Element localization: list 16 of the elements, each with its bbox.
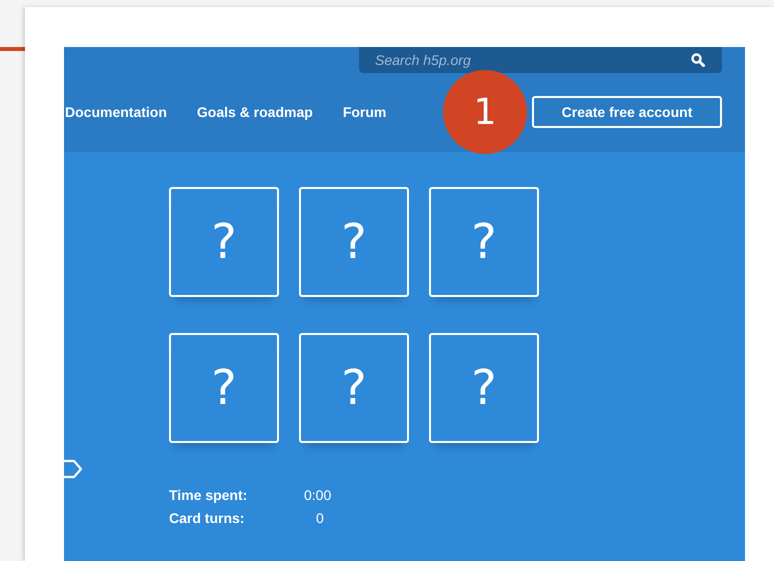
memory-card[interactable]: ?	[299, 187, 409, 297]
memory-card[interactable]: ?	[429, 333, 539, 443]
search-icon[interactable]	[691, 53, 705, 67]
nav-link[interactable]: Forum	[342, 104, 386, 120]
stat-label: Card turns:	[169, 510, 246, 526]
memory-card[interactable]: ?	[169, 187, 279, 297]
nav-link[interactable]: Documentation	[65, 104, 167, 120]
create-account-button[interactable]: Create free account	[532, 96, 722, 128]
search-field[interactable]: Search h5p.org	[359, 47, 722, 73]
stat-label: Time spent:	[169, 487, 248, 503]
nav-link[interactable]: Goals & roadmap	[196, 104, 313, 120]
memory-card[interactable]: ?	[299, 333, 409, 443]
stat-value: 0:00	[304, 487, 332, 503]
stat-value: 0	[315, 510, 325, 526]
memory-card[interactable]: ?	[169, 333, 279, 443]
memory-card[interactable]: ?	[429, 187, 539, 297]
